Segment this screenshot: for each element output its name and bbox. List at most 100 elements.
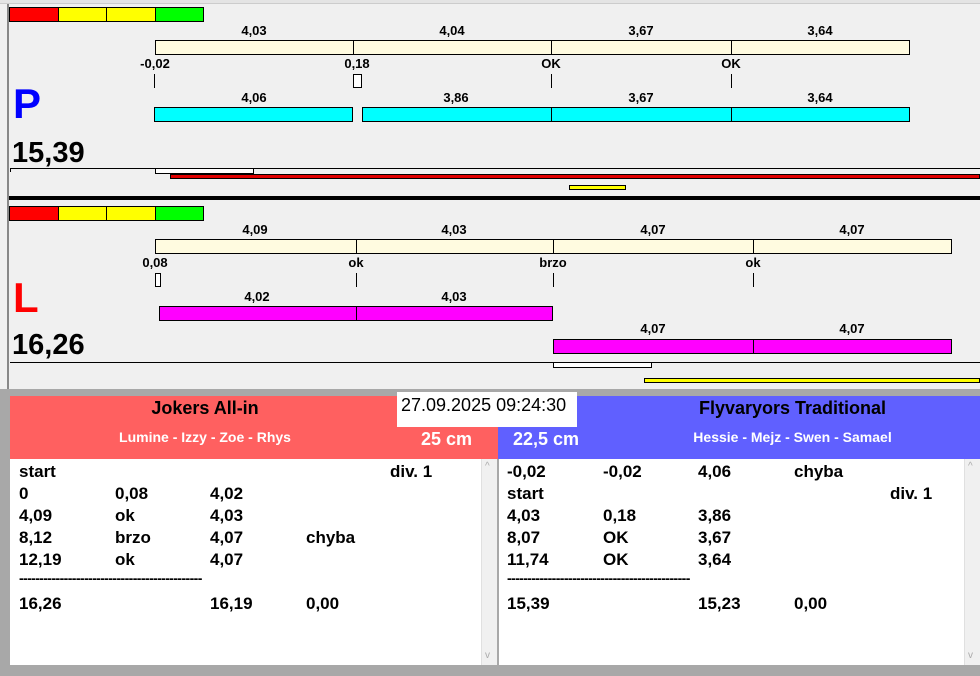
cell: 12,19 bbox=[19, 550, 62, 569]
progress-yellow bbox=[644, 378, 980, 383]
lane-letter: L bbox=[13, 274, 39, 321]
color-scale bbox=[9, 7, 204, 22]
run-bar bbox=[362, 107, 910, 122]
tick bbox=[551, 74, 552, 88]
datetime: 27.09.2025 09:24:30 bbox=[397, 392, 577, 427]
mark-label: 0,08 bbox=[142, 255, 168, 270]
split-label: 3,64 bbox=[807, 23, 833, 38]
cell: 4,07 bbox=[210, 528, 244, 547]
reference-bar bbox=[155, 40, 910, 55]
mark-label: 0,18 bbox=[344, 56, 370, 71]
cell: div. 1 bbox=[390, 462, 433, 481]
scrollbar[interactable]: ^ v bbox=[964, 459, 980, 665]
lane-separator bbox=[9, 196, 980, 200]
cell: 4,07 bbox=[210, 550, 244, 569]
mark-label: -0,02 bbox=[140, 56, 170, 71]
progress-red bbox=[170, 174, 980, 179]
lane-total: 15,39 bbox=[12, 137, 85, 169]
mark-label: brzo bbox=[539, 255, 567, 270]
run-bar bbox=[154, 107, 353, 122]
cell: 4,06 bbox=[698, 462, 732, 481]
left-team-name: Jokers All-in bbox=[151, 398, 259, 418]
cell: 4,03 bbox=[507, 506, 541, 525]
cell: chyba bbox=[794, 462, 844, 481]
color-scale bbox=[9, 206, 204, 221]
cell: 8,12 bbox=[19, 528, 53, 547]
split-label: 3,67 bbox=[628, 23, 654, 38]
cell: 3,64 bbox=[698, 550, 732, 569]
cell: 0 bbox=[19, 484, 29, 503]
cell: 4,03 bbox=[210, 506, 244, 525]
cell: start bbox=[507, 484, 544, 503]
cell: 11,74 bbox=[507, 550, 549, 569]
run-bar bbox=[159, 306, 553, 321]
split-label: 4,07 bbox=[640, 321, 666, 336]
progress-white bbox=[553, 362, 652, 368]
split-label: 3,86 bbox=[443, 90, 469, 105]
split-label: 4,09 bbox=[242, 222, 268, 237]
separator: ----------------------------------------… bbox=[19, 570, 202, 586]
split-label: 4,03 bbox=[241, 23, 267, 38]
right-team-name: Flyvaryors Traditional bbox=[698, 398, 887, 418]
cell: ok bbox=[115, 506, 135, 525]
run-bar bbox=[553, 339, 952, 354]
baseline-tick bbox=[10, 168, 11, 172]
mark-label: OK bbox=[541, 56, 561, 71]
cell: 0,00 bbox=[306, 594, 340, 613]
right-team-distance: 22,5 cm bbox=[513, 429, 580, 449]
tick bbox=[154, 74, 155, 88]
top-edge bbox=[0, 0, 980, 4]
cell: 15,39 bbox=[507, 594, 550, 613]
baseline bbox=[10, 362, 980, 363]
split-label: 4,02 bbox=[244, 289, 270, 304]
cell: start bbox=[19, 462, 56, 481]
split-label: 4,07 bbox=[839, 321, 865, 336]
progress-yellow bbox=[569, 185, 626, 190]
cell: 0,00 bbox=[794, 594, 828, 613]
cell: brzo bbox=[115, 528, 151, 547]
cell: 0,18 bbox=[603, 506, 637, 525]
tick-box bbox=[353, 74, 362, 88]
cell: -0,02 bbox=[603, 462, 642, 481]
cell: 4,09 bbox=[19, 506, 53, 525]
split-label: 4,03 bbox=[441, 222, 467, 237]
cell: 4,02 bbox=[210, 484, 244, 503]
split-label: 4,07 bbox=[640, 222, 666, 237]
lane-letter: P bbox=[13, 80, 42, 127]
cell: 3,67 bbox=[698, 528, 732, 547]
lane-total: 16,26 bbox=[12, 329, 85, 361]
cell: 0,08 bbox=[115, 484, 149, 503]
cell: OK bbox=[603, 528, 629, 547]
mark-label: OK bbox=[721, 56, 741, 71]
split-label: 3,64 bbox=[807, 90, 833, 105]
cell: -0,02 bbox=[507, 462, 546, 481]
cell: ok bbox=[115, 550, 135, 569]
cell: div. 1 bbox=[890, 484, 933, 503]
reference-bar bbox=[155, 239, 952, 254]
left-team-distance: 25 cm bbox=[421, 429, 473, 449]
tick-box bbox=[155, 273, 161, 287]
mark-label: ok bbox=[745, 255, 761, 270]
tick bbox=[553, 273, 554, 287]
split-label: 4,04 bbox=[439, 23, 465, 38]
tick bbox=[731, 74, 732, 88]
cell: 8,07 bbox=[507, 528, 541, 547]
tick bbox=[356, 273, 357, 287]
split-label: 4,07 bbox=[839, 222, 865, 237]
cell: 3,86 bbox=[698, 506, 732, 525]
separator: ----------------------------------------… bbox=[507, 570, 690, 586]
split-label: 4,03 bbox=[441, 289, 467, 304]
tick bbox=[753, 273, 754, 287]
left-results-list[interactable]: ^ v bbox=[10, 459, 497, 665]
split-label: 4,06 bbox=[241, 90, 267, 105]
cell: 15,23 bbox=[698, 594, 741, 613]
cell: 16,26 bbox=[19, 594, 62, 613]
cell: 16,19 bbox=[210, 594, 253, 613]
cell: OK bbox=[603, 550, 629, 569]
right-team-players: Hessie - Mejz - Swen - Samael bbox=[693, 429, 892, 445]
left-team-players: Lumine - Izzy - Zoe - Rhys bbox=[119, 429, 291, 445]
mark-label: ok bbox=[348, 255, 364, 270]
cell: chyba bbox=[306, 528, 356, 547]
scrollbar[interactable]: ^ v bbox=[481, 459, 497, 665]
split-label: 3,67 bbox=[628, 90, 654, 105]
